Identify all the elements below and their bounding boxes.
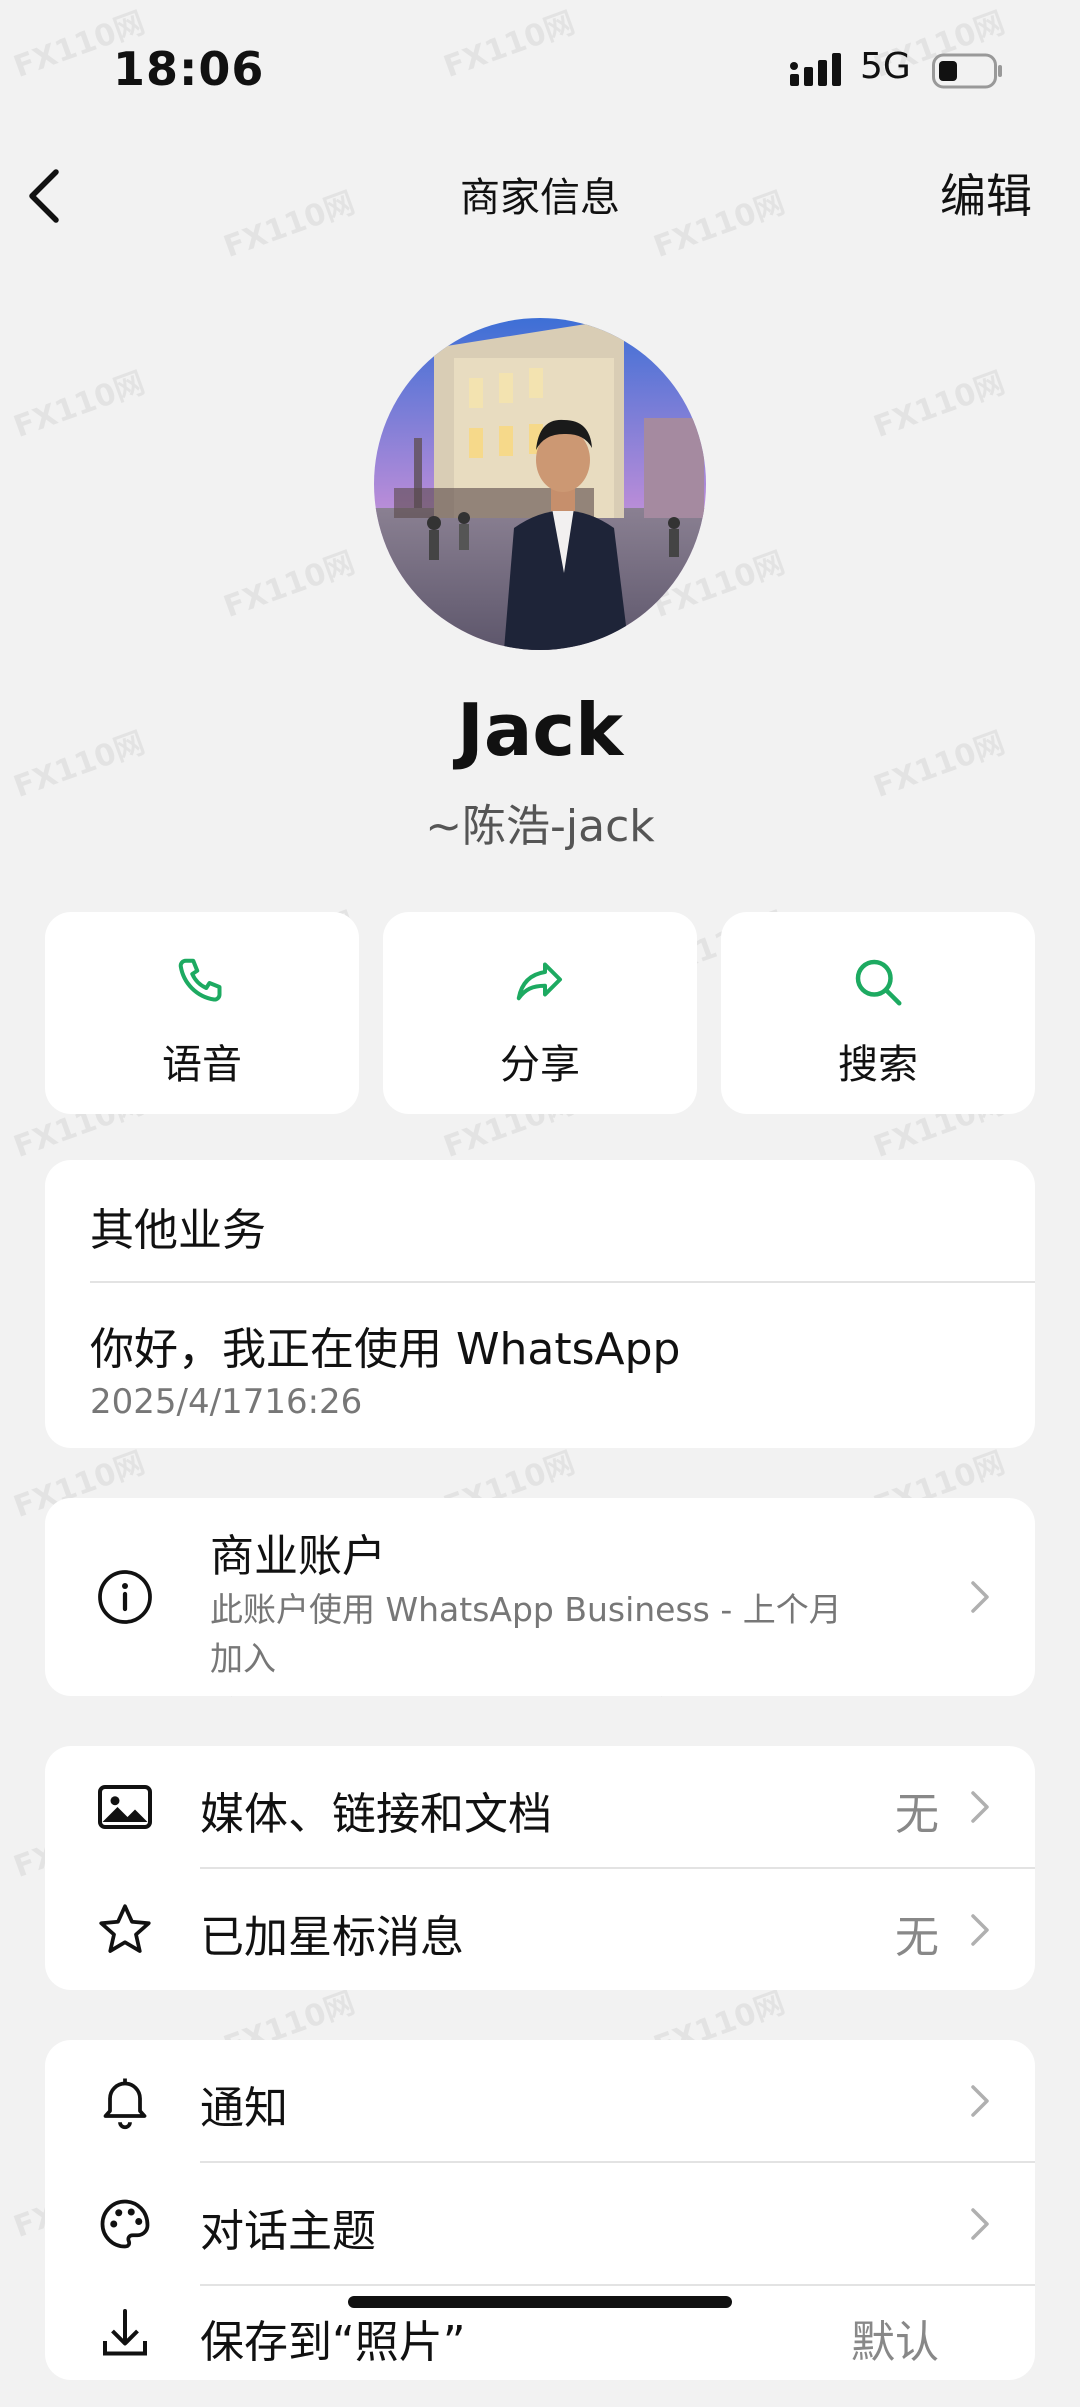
info-icon (98, 1570, 152, 1624)
media-links-docs-label: 媒体、链接和文档 (200, 1789, 552, 1840)
status-time: 18:06 (113, 42, 265, 96)
chat-theme-label: 对话主题 (200, 2206, 376, 2257)
watermark: FX110网 (869, 365, 1010, 446)
bell-icon (103, 2078, 147, 2130)
image-icon (98, 1785, 152, 1829)
chevron-right-icon (971, 2208, 989, 2240)
profile-photo (374, 318, 706, 650)
save-to-photos-value: 默认 (851, 2317, 939, 2368)
media-links-docs-row[interactable]: 媒体、链接和文档 无 (45, 1746, 1035, 1867)
palette-icon (100, 2199, 150, 2249)
save-icon (103, 2309, 147, 2356)
profile-pushname: ~陈浩-jack (425, 801, 655, 852)
business-account-title: 商业账户 (210, 1531, 386, 1582)
media-section-card: 媒体、链接和文档 无 已加星标消息 无 (45, 1746, 1035, 1990)
voice-call-button[interactable]: 语音 (45, 912, 359, 1114)
avatar[interactable] (374, 318, 706, 650)
media-links-docs-value: 无 (895, 1789, 939, 1840)
starred-messages-value: 无 (895, 1912, 939, 1963)
voice-call-label: 语音 (162, 1042, 242, 1088)
starred-messages-row[interactable]: 已加星标消息 无 (45, 1869, 1035, 1990)
notifications-row[interactable]: 通知 (45, 2040, 1035, 2161)
profile-name: Jack (457, 688, 623, 772)
business-account-card[interactable]: 商业账户 此账户使用 WhatsApp Business - 上个月 加入 (45, 1498, 1035, 1696)
about-status-date: 2025/4/1716:26 (90, 1382, 363, 1422)
chevron-right-icon (971, 1914, 989, 1946)
notifications-label: 通知 (200, 2083, 288, 2134)
chevron-right-icon (971, 1791, 989, 1823)
settings-section-card: 通知 对话主题 保存到“照片” 默认 (45, 2040, 1035, 2380)
chevron-right-icon (971, 2085, 989, 2117)
watermark: FX110网 (9, 365, 150, 446)
share-label: 分享 (500, 1042, 580, 1088)
star-icon (99, 1904, 151, 1953)
battery-icon (932, 53, 1002, 89)
starred-messages-label: 已加星标消息 (200, 1912, 464, 1963)
network-type: 5G (860, 46, 911, 87)
share-icon (516, 962, 562, 1001)
about-header: 其他业务 (90, 1205, 266, 1256)
search-icon (855, 959, 902, 1006)
home-indicator[interactable] (348, 2296, 732, 2308)
divider (90, 1281, 1035, 1283)
share-button[interactable]: 分享 (383, 912, 697, 1114)
save-to-photos-label: 保存到“照片” (200, 2317, 466, 2368)
chat-theme-row[interactable]: 对话主题 (45, 2163, 1035, 2284)
watermark: FX110网 (219, 545, 360, 626)
page-title: 商家信息 (460, 175, 620, 221)
business-account-description-cont: 加入 (210, 1639, 276, 1678)
chevron-right-icon (971, 1581, 989, 1613)
business-account-description: 此账户使用 WhatsApp Business - 上个月 (210, 1590, 842, 1629)
phone-icon (178, 958, 222, 1002)
about-card[interactable]: 其他业务 你好，我正在使用 WhatsApp 2025/4/1716:26 (45, 1160, 1035, 1448)
about-status-text: 你好，我正在使用 WhatsApp (90, 1324, 681, 1375)
edit-button[interactable]: 编辑 (940, 160, 1032, 226)
search-button[interactable]: 搜索 (721, 912, 1035, 1114)
search-label: 搜索 (838, 1042, 918, 1088)
status-bar: 18:06 5G (0, 0, 1080, 140)
signal-icon (790, 53, 841, 86)
